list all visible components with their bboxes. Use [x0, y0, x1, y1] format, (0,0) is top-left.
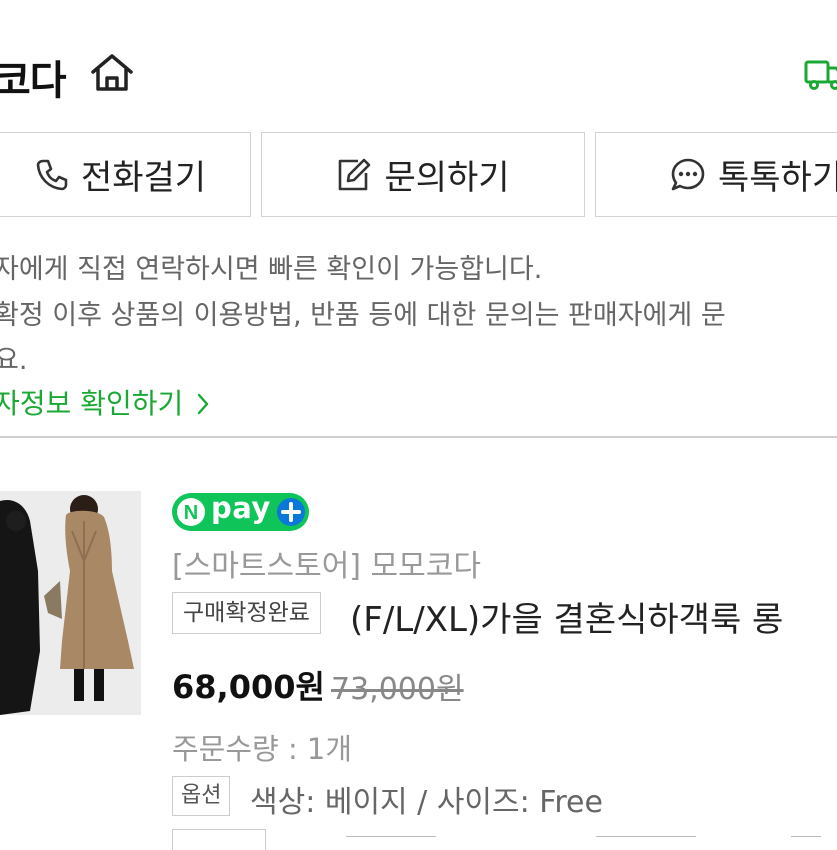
option-value: 색상: 베이지 / 사이즈: Free [250, 777, 603, 821]
edit-icon [336, 157, 372, 193]
notice-line-2: 확정 이후 상품의 이용방법, 반품 등에 대한 문의는 판매자에게 문 [0, 293, 726, 332]
talk-label: 톡톡하기 [718, 150, 837, 199]
section-divider [0, 436, 837, 438]
truck-icon[interactable] [804, 58, 837, 90]
product-thumbnail[interactable] [0, 491, 141, 715]
status-badge: 구매확정완료 [172, 592, 321, 634]
home-icon[interactable] [90, 52, 134, 92]
product-title[interactable]: (F/L/XL)가을 결혼식하객룩 롱 [350, 592, 783, 641]
talk-button[interactable]: 톡톡하기 [595, 132, 837, 217]
privacy-link-label: 자정보 확인하기 [0, 387, 183, 420]
call-label: 전화걸기 [81, 150, 206, 199]
option-badge: 옵션 [172, 776, 230, 816]
product-store-name[interactable]: [스마트스토어] 모모코다 [172, 541, 481, 585]
inquiry-label: 문의하기 [384, 150, 509, 199]
npay-label: pay [211, 491, 271, 525]
inquiry-button[interactable]: 문의하기 [261, 132, 585, 217]
notice-line-3: 요. [0, 338, 27, 377]
product-price: 68,000원 [172, 662, 325, 708]
privacy-info-link[interactable]: 자정보 확인하기 [0, 382, 211, 422]
order-quantity: 주문수량 : 1개 [172, 726, 352, 768]
original-price: 73,000원 [331, 664, 464, 708]
store-title: 코다 [0, 48, 66, 106]
cutoff-text-row [286, 829, 826, 837]
call-button[interactable]: 전화걸기 [0, 132, 251, 217]
chat-bubble-icon [670, 157, 706, 193]
cutoff-badge [172, 829, 266, 850]
chevron-right-icon [183, 387, 211, 420]
phone-icon [35, 158, 69, 192]
svg-text:N: N [184, 502, 198, 524]
notice-line-1: 자에게 직접 연락하시면 빠른 확인이 가능합니다. [0, 247, 542, 286]
